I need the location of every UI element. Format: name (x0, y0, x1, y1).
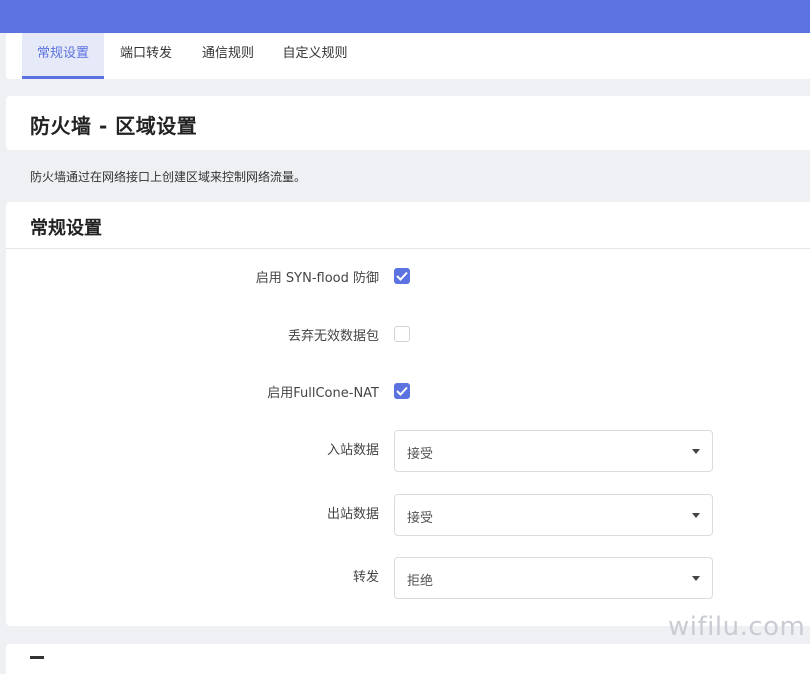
input-select-value: 接受 (407, 447, 434, 462)
drop-invalid-label: 丢弃无效数据包 (287, 329, 379, 344)
section-divider (6, 248, 810, 249)
input-label: 入站数据 (326, 443, 379, 458)
watermark: wifilu.com (668, 612, 806, 642)
fullcone-nat-checkbox[interactable] (394, 383, 410, 399)
page-description: 防火墙通过在网络接口上创建区域来控制网络流量。 (30, 170, 307, 184)
output-label: 出站数据 (326, 507, 379, 522)
next-section-heading-peek (30, 656, 44, 659)
tab-general-settings[interactable]: 常规设置 (22, 33, 104, 79)
forward-label: 转发 (352, 570, 379, 585)
checkmark-icon (396, 386, 408, 396)
chevron-down-icon (692, 449, 700, 454)
forward-select[interactable]: 拒绝 (394, 557, 713, 599)
checkmark-icon (396, 271, 408, 281)
syn-flood-label: 启用 SYN-flood 防御 (255, 271, 379, 286)
fullcone-nat-label: 启用FullCone-NAT (267, 386, 379, 401)
drop-invalid-checkbox[interactable] (394, 326, 410, 342)
input-select[interactable]: 接受 (394, 430, 713, 472)
forward-select-value: 拒绝 (407, 574, 434, 589)
tab-custom-rules[interactable]: 自定义规则 (272, 33, 358, 79)
page-title-card: 防火墙 - 区域设置 (6, 96, 810, 150)
chevron-down-icon (692, 513, 700, 518)
general-settings-section: 常规设置 启用 SYN-flood 防御 丢弃无效数据包 启用FullCone-… (6, 202, 810, 626)
tab-bar: 常规设置 端口转发 通信规则 自定义规则 (6, 33, 810, 79)
tab-traffic-rules[interactable]: 通信规则 (190, 33, 266, 79)
page-title: 防火墙 - 区域设置 (30, 114, 198, 138)
next-section-card (6, 644, 810, 674)
output-select[interactable]: 接受 (394, 494, 713, 536)
syn-flood-checkbox[interactable] (394, 268, 410, 284)
tab-port-forwarding[interactable]: 端口转发 (108, 33, 184, 79)
section-heading: 常规设置 (30, 218, 102, 239)
output-select-value: 接受 (407, 511, 434, 526)
chevron-down-icon (692, 576, 700, 581)
top-header-bar (0, 0, 810, 33)
